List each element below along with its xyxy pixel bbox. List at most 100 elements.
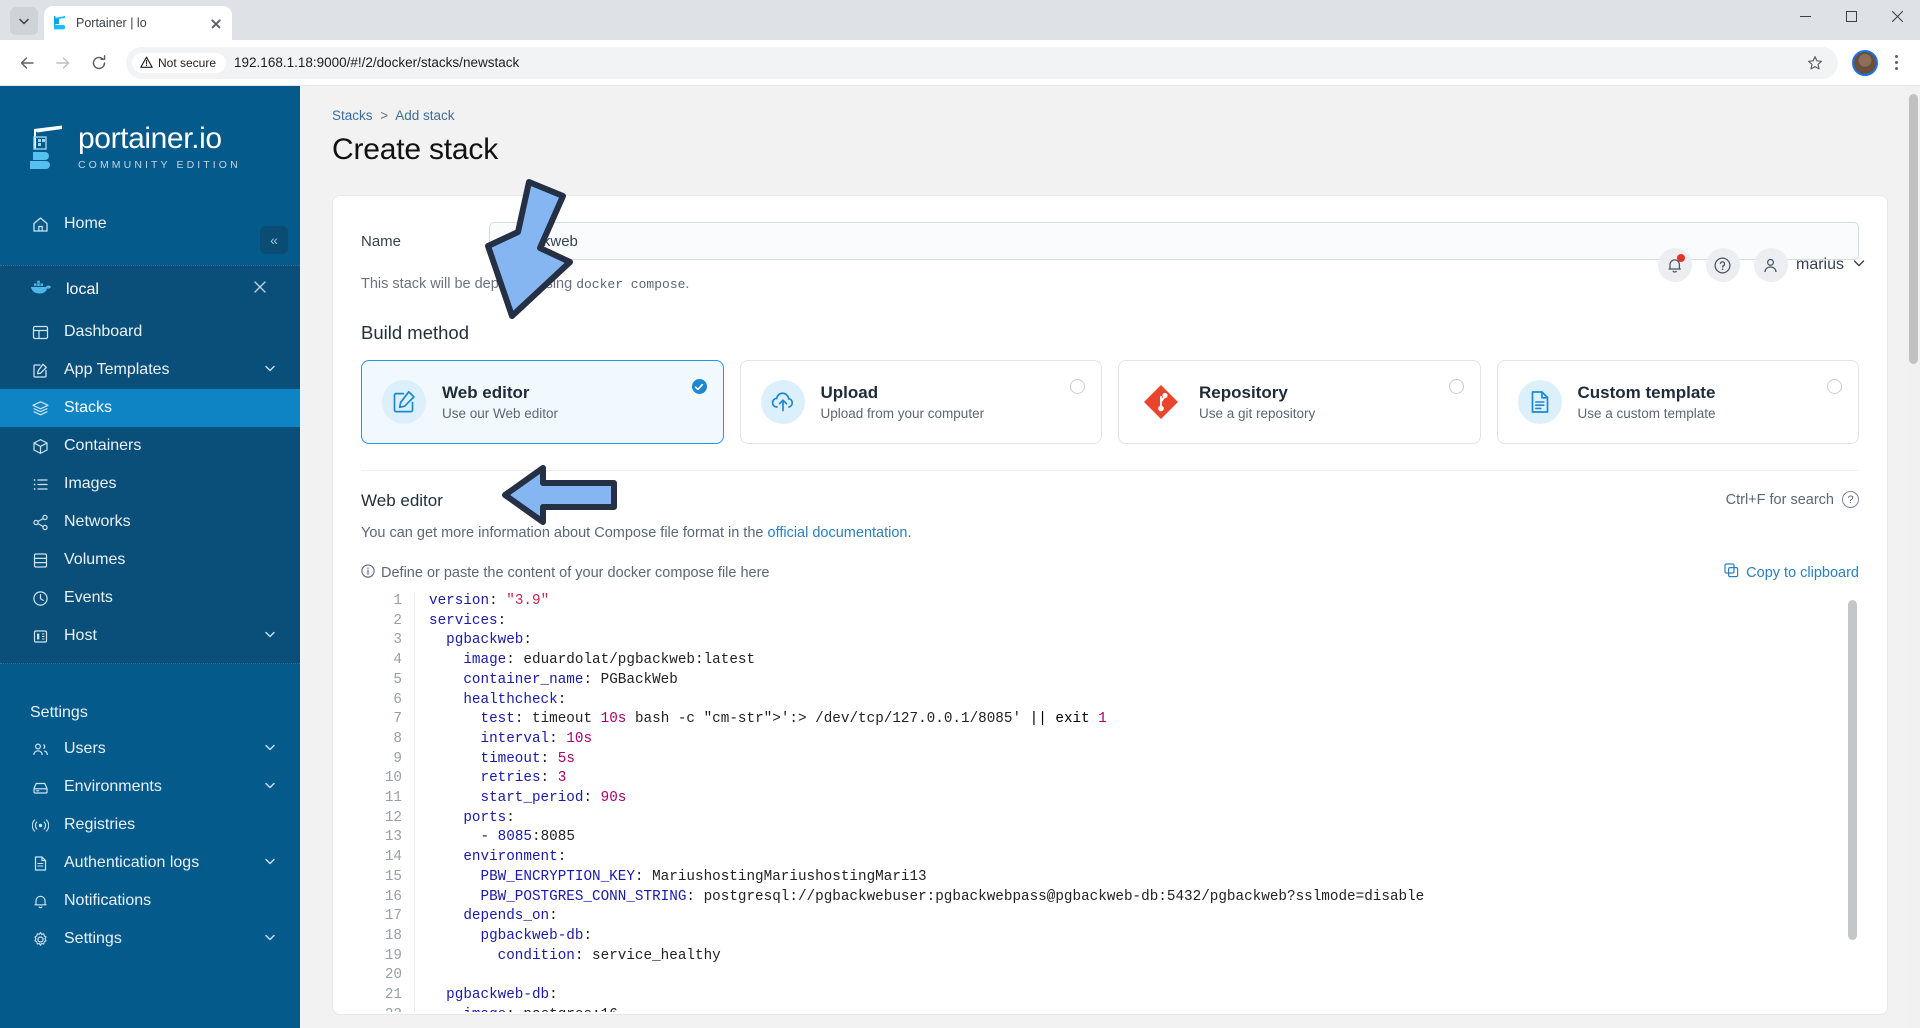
sidebar-item-label: Volumes — [64, 551, 126, 568]
code-editor-scrollbar[interactable] — [1848, 600, 1857, 940]
sidebar-item-label: Environments — [64, 778, 162, 795]
url-text: 192.168.1.18:9000/#!/2/docker/stacks/new… — [234, 55, 520, 70]
sidebar-environment-label: local — [66, 280, 99, 298]
page-scrollbar-track[interactable] — [1906, 86, 1920, 1028]
build-method-upload[interactable]: Upload Upload from your computer — [739, 360, 1102, 444]
web-editor-header: Web editor Ctrl+F for search ? — [361, 491, 1859, 511]
copy-to-clipboard-button[interactable]: Copy to clipboard — [1724, 563, 1859, 582]
sidebar-environment-block: local Dashboard App Templates Stacks Con… — [0, 265, 300, 664]
sidebar-item-users[interactable]: Users — [0, 730, 300, 768]
sidebar-item-environments[interactable]: Environments — [0, 768, 300, 806]
chrome-kebab-menu-icon[interactable] — [1882, 48, 1910, 78]
line-number: 13 — [384, 829, 402, 846]
sidebar-item-home[interactable]: Home — [0, 205, 300, 243]
line-number: 14 — [384, 849, 402, 866]
sidebar-environment-close-x-icon[interactable] — [254, 280, 266, 296]
environments-icon — [30, 779, 50, 796]
user-menu[interactable]: marius — [1753, 248, 1866, 282]
server-host-icon — [30, 628, 50, 645]
line-number: 19 — [384, 947, 402, 964]
method-subtitle: Use our Web editor — [442, 405, 559, 421]
build-method-custom-template[interactable]: Custom template Use a custom template — [1496, 360, 1859, 444]
radio-selected-check-icon[interactable] — [691, 379, 707, 394]
build-method-repository[interactable]: Repository Use a git repository — [1118, 360, 1481, 444]
sidebar-item-host[interactable]: Host — [0, 617, 300, 655]
network-share-icon — [30, 514, 50, 531]
notifications-button[interactable] — [1657, 248, 1692, 282]
forward-arrow-icon[interactable] — [46, 46, 80, 80]
sidebar-item-label: Registries — [64, 816, 136, 833]
deploy-hint: This stack will be deployed using docker… — [361, 276, 1859, 292]
tab-list-chevron-down-icon[interactable] — [10, 7, 38, 35]
line-number: 6 — [393, 691, 402, 708]
sidebar-item-dashboard[interactable]: Dashboard — [0, 313, 300, 351]
radio-unselected[interactable] — [1070, 379, 1085, 394]
build-method-web-editor[interactable]: Web editor Use our Web editor — [361, 360, 724, 444]
build-method-options: Web editor Use our Web editor Upload Upl… — [361, 360, 1859, 444]
sidebar-item-label: Events — [64, 589, 113, 606]
line-number: 11 — [384, 790, 402, 807]
back-arrow-icon[interactable] — [10, 46, 44, 80]
web-editor-panel: Web editor Ctrl+F for search ? You can g… — [361, 470, 1859, 1012]
line-number: 1 — [393, 593, 402, 609]
window-close-icon[interactable] — [1874, 0, 1920, 32]
code-editor[interactable]: 12345678910111213141516171819202122 vers… — [361, 592, 1859, 1012]
code-line: PBW_POSTGRES_CONN_STRING: postgresql://p… — [480, 888, 1425, 905]
images-list-icon — [30, 476, 50, 493]
sidebar-item-registries[interactable]: Registries — [0, 806, 300, 844]
chevron-down-icon — [264, 360, 276, 380]
create-stack-card: Name pgbackweb This stack will be deploy… — [332, 195, 1888, 1015]
browser-tab[interactable]: Portainer | lo — [44, 6, 232, 40]
stack-name-input[interactable]: pgbackweb — [489, 222, 1859, 260]
breadcrumb-separator: > — [380, 108, 389, 123]
radio-unselected[interactable] — [1448, 379, 1464, 394]
sidebar-item-networks[interactable]: Networks — [0, 503, 300, 541]
line-number: 4 — [393, 652, 402, 669]
help-button[interactable] — [1705, 248, 1740, 282]
question-circle-icon[interactable]: ? — [1842, 491, 1859, 508]
bell-icon — [30, 893, 50, 910]
window-maximize-icon[interactable] — [1828, 0, 1874, 32]
code-content[interactable]: version: "3.9" services: pgbackweb: image… — [415, 592, 1859, 1012]
breadcrumb-root-link[interactable]: Stacks — [332, 108, 373, 123]
toolbar-right — [1848, 48, 1910, 78]
chevron-down-icon — [1852, 256, 1866, 275]
window-minimize-icon[interactable] — [1782, 0, 1828, 32]
tab-close-icon[interactable] — [208, 15, 224, 31]
bookmark-star-icon[interactable] — [1800, 48, 1830, 78]
sidebar-item-app-templates[interactable]: App Templates — [0, 351, 300, 389]
code-line: PBW_ENCRYPTION_KEY: MariushostingMariush… — [480, 868, 927, 885]
reload-icon[interactable] — [82, 46, 116, 80]
avatar — [1753, 248, 1788, 282]
line-number: 9 — [393, 750, 402, 767]
sidebar-item-label: Home — [64, 215, 107, 232]
sidebar-item-containers[interactable]: Containers — [0, 427, 300, 465]
sidebar-item-images[interactable]: Images — [0, 465, 300, 503]
security-status[interactable]: Not secure — [132, 52, 227, 73]
cloud-upload-icon-wrap — [760, 380, 805, 424]
sidebar-item-volumes[interactable]: Volumes — [0, 541, 300, 579]
radio-unselected[interactable] — [1827, 379, 1842, 394]
official-documentation-link[interactable]: official documentation — [768, 525, 908, 541]
code-line: depends_on: — [463, 908, 558, 925]
window-controls — [1782, 0, 1920, 40]
code-line: ports: — [463, 809, 515, 826]
sidebar-item-authentication-logs[interactable]: Authentication logs — [0, 844, 300, 882]
git-repository-icon-wrap — [1139, 380, 1183, 424]
cloud-upload-icon — [771, 392, 793, 412]
code-line: start_period: 90s — [480, 790, 627, 807]
sidebar-collapse-icon[interactable]: « — [260, 226, 288, 254]
address-bar[interactable]: Not secure 192.168.1.18:9000/#!/2/docker… — [126, 46, 1838, 79]
line-number: 8 — [393, 730, 402, 747]
sidebar-item-events[interactable]: Events — [0, 579, 300, 617]
sidebar-item-settings[interactable]: Settings — [0, 920, 300, 958]
method-subtitle: Use a custom template — [1577, 405, 1716, 421]
page-scrollbar-thumb[interactable] — [1909, 94, 1918, 364]
chrome-profile-avatar[interactable] — [1852, 49, 1878, 76]
sidebar-item-stacks[interactable]: Stacks — [0, 389, 300, 427]
sidebar-item-notifications[interactable]: Notifications — [0, 882, 300, 920]
code-line: retries: 3 — [480, 770, 567, 787]
notification-badge-dot — [1676, 254, 1685, 262]
portainer-logo[interactable]: portainer.io COMMUNITY EDITION — [0, 112, 300, 171]
docker-whale-icon — [30, 279, 52, 300]
